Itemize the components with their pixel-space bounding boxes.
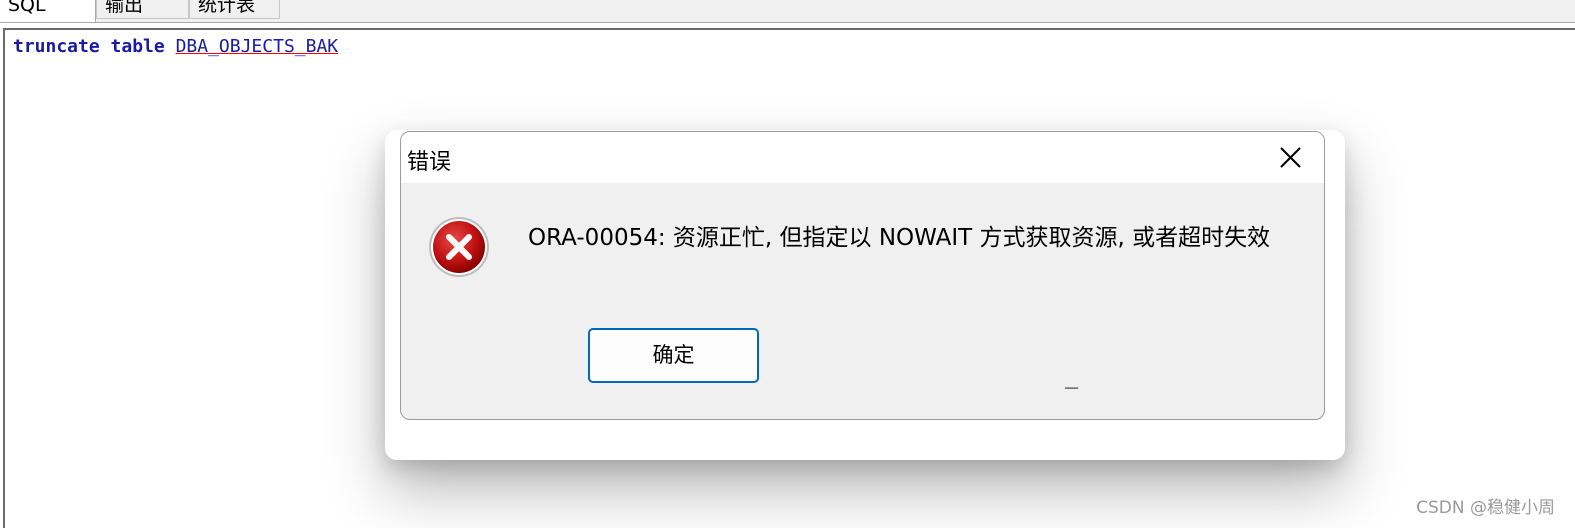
tab-sql[interactable]: SQL	[0, 0, 96, 22]
sql-editor-window: SQL 输出 统计表 truncate table DBA_OBJECTS_BA…	[0, 0, 1575, 528]
keyword-truncate: truncate	[13, 36, 100, 57]
error-message: ORA-00054: 资源正忙, 但指定以 NOWAIT 方式获取资源, 或者超…	[528, 225, 1271, 251]
tab-strip: SQL 输出 统计表	[0, 0, 1575, 23]
dialog-title: 错误	[407, 150, 452, 175]
ok-button[interactable]: 确定	[588, 328, 759, 383]
code-line: truncate table DBA_OBJECTS_BAK	[13, 36, 338, 58]
keyword-table: table	[110, 36, 165, 57]
watermark: CSDN @稳健小周	[1416, 498, 1555, 518]
close-icon[interactable]	[1274, 142, 1306, 174]
error-dialog: 错误 ORA-00054: 资源正忙, 但指定以 NOWAIT 方式获取资源, …	[400, 131, 1325, 420]
dialog-titlebar[interactable]: 错误	[401, 132, 1324, 183]
table-identifier: DBA_OBJECTS_BAK	[175, 36, 339, 57]
tab-output[interactable]: 输出	[96, 0, 189, 19]
cursor-mark: _	[1065, 364, 1079, 389]
error-icon	[428, 216, 490, 278]
tab-statistics[interactable]: 统计表	[189, 0, 280, 19]
